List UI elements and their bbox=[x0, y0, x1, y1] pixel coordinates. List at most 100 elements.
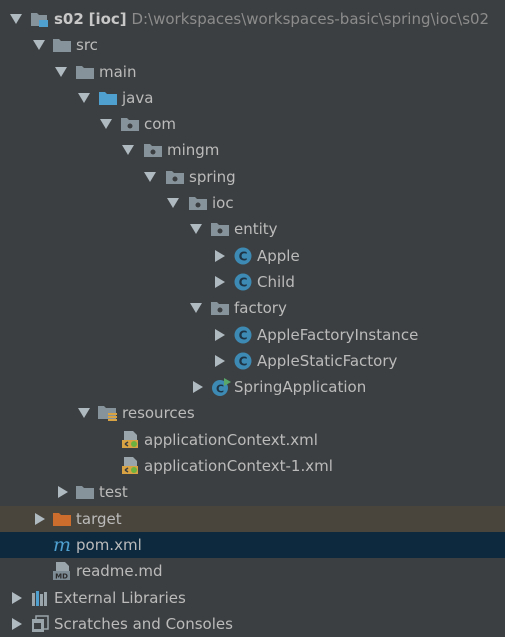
module-name: s02 bbox=[54, 10, 84, 28]
module-label: s02 [ioc] D:\workspaces\workspaces-basic… bbox=[54, 6, 489, 32]
tree-item-application-context-1-xml[interactable]: applicationContext-1.xml bbox=[0, 453, 505, 479]
tree-item-com[interactable]: com bbox=[0, 111, 505, 137]
runnable-class-icon: C bbox=[211, 377, 231, 397]
tree-label: com bbox=[144, 115, 177, 134]
chevron-down-icon[interactable] bbox=[32, 32, 46, 58]
tree-label: src bbox=[76, 36, 98, 55]
tree-item-src[interactable]: src bbox=[0, 32, 505, 58]
tree-item-spring[interactable]: spring bbox=[0, 164, 505, 190]
tree-item-entity[interactable]: entity bbox=[0, 216, 505, 242]
tree-item-java[interactable]: java bbox=[0, 85, 505, 111]
class-icon: C bbox=[233, 325, 253, 345]
tree-label: target bbox=[76, 509, 122, 528]
chevron-right-icon[interactable] bbox=[191, 374, 205, 400]
tree-label: entity bbox=[234, 220, 278, 239]
chevron-right-icon[interactable] bbox=[33, 506, 47, 532]
package-icon bbox=[210, 219, 230, 239]
tree-item-pom-xml[interactable]: m pom.xml bbox=[0, 531, 505, 559]
spring-xml-file-icon bbox=[120, 430, 140, 450]
chevron-right-icon[interactable] bbox=[213, 322, 227, 348]
tree-label: AppleFactoryInstance bbox=[257, 325, 419, 344]
folder-icon bbox=[75, 482, 95, 502]
tree-label: spring bbox=[189, 167, 236, 186]
maven-icon: m bbox=[52, 535, 72, 555]
tree-item-target[interactable]: target bbox=[0, 505, 505, 532]
chevron-right-icon[interactable] bbox=[10, 611, 24, 637]
folder-icon bbox=[52, 35, 72, 55]
chevron-down-icon[interactable] bbox=[77, 85, 91, 111]
tree-item-child[interactable]: C Child bbox=[0, 269, 505, 295]
tree-item-resources[interactable]: resources bbox=[0, 400, 505, 426]
chevron-right-icon[interactable] bbox=[213, 243, 227, 269]
class-icon: C bbox=[233, 272, 253, 292]
tree-label: Child bbox=[257, 272, 295, 291]
module-path: D:\workspaces\workspaces-basic\spring\io… bbox=[131, 10, 490, 28]
chevron-down-icon[interactable] bbox=[54, 59, 68, 85]
tree-label: main bbox=[99, 62, 137, 81]
chevron-down-icon[interactable] bbox=[143, 164, 157, 190]
tree-item-external-libraries[interactable]: External Libraries bbox=[0, 585, 505, 611]
package-icon bbox=[188, 193, 208, 213]
chevron-right-icon[interactable] bbox=[10, 585, 24, 611]
tree-item-scratches[interactable]: Scratches and Consoles bbox=[0, 611, 505, 637]
excluded-folder-icon bbox=[52, 509, 72, 529]
tree-label: Scratches and Consoles bbox=[54, 614, 233, 633]
chevron-right-icon[interactable] bbox=[213, 269, 227, 295]
chevron-down-icon[interactable] bbox=[189, 216, 203, 242]
maven-glyph: m bbox=[52, 533, 72, 556]
tree-label: AppleStaticFactory bbox=[257, 351, 398, 370]
tree-label: SpringApplication bbox=[234, 378, 367, 397]
tree-item-factory[interactable]: factory bbox=[0, 295, 505, 321]
module-folder-icon bbox=[30, 9, 50, 29]
chevron-right-icon[interactable] bbox=[213, 348, 227, 374]
markdown-file-icon: MD bbox=[52, 561, 72, 581]
package-icon bbox=[120, 114, 140, 134]
module-tag: [ioc] bbox=[88, 10, 127, 28]
tree-label: resources bbox=[122, 404, 195, 423]
tree-item-apple[interactable]: C Apple bbox=[0, 243, 505, 269]
tree-item-module-s02[interactable]: s02 [ioc] D:\workspaces\workspaces-basic… bbox=[0, 6, 505, 32]
tree-label: java bbox=[122, 88, 154, 107]
tree-label: applicationContext.xml bbox=[144, 430, 318, 449]
class-badge: C bbox=[239, 275, 248, 289]
class-icon: C bbox=[233, 246, 253, 266]
tree-item-application-context-xml[interactable]: applicationContext.xml bbox=[0, 427, 505, 453]
tree-item-mingm[interactable]: mingm bbox=[0, 137, 505, 163]
class-badge: C bbox=[239, 328, 248, 342]
tree-label: factory bbox=[234, 299, 287, 318]
scratches-icon bbox=[30, 614, 50, 634]
class-badge: C bbox=[216, 382, 224, 395]
source-folder-icon bbox=[98, 88, 118, 108]
tree-item-ioc[interactable]: ioc bbox=[0, 190, 505, 216]
tree-label: applicationContext-1.xml bbox=[144, 457, 333, 476]
chevron-down-icon[interactable] bbox=[189, 295, 203, 321]
tree-label: External Libraries bbox=[54, 588, 186, 607]
chevron-down-icon[interactable] bbox=[77, 400, 91, 426]
tree-item-test[interactable]: test bbox=[0, 479, 505, 505]
package-icon bbox=[165, 167, 185, 187]
chevron-down-icon[interactable] bbox=[166, 190, 180, 216]
package-icon bbox=[143, 140, 163, 160]
spring-xml-file-icon bbox=[120, 456, 140, 476]
project-tree: s02 [ioc] D:\workspaces\workspaces-basic… bbox=[0, 6, 505, 637]
chevron-right-icon[interactable] bbox=[56, 479, 70, 505]
class-icon: C bbox=[233, 351, 253, 371]
class-badge: C bbox=[239, 354, 248, 368]
chevron-down-icon[interactable] bbox=[9, 6, 23, 32]
tree-label: Apple bbox=[257, 246, 300, 265]
tree-item-apple-static-factory[interactable]: C AppleStaticFactory bbox=[0, 348, 505, 374]
class-badge: C bbox=[239, 249, 248, 263]
resources-folder-icon bbox=[98, 403, 118, 423]
package-icon bbox=[210, 298, 230, 318]
tree-item-readme-md[interactable]: MD readme.md bbox=[0, 558, 505, 584]
tree-item-main[interactable]: main bbox=[0, 59, 505, 85]
tree-label: ioc bbox=[212, 194, 234, 213]
tree-item-apple-factory-instance[interactable]: C AppleFactoryInstance bbox=[0, 322, 505, 348]
chevron-down-icon[interactable] bbox=[99, 111, 113, 137]
tree-label: readme.md bbox=[76, 562, 163, 581]
md-badge: MD bbox=[55, 573, 68, 581]
tree-item-spring-application[interactable]: C SpringApplication bbox=[0, 374, 505, 400]
tree-label: pom.xml bbox=[76, 535, 142, 554]
folder-icon bbox=[75, 62, 95, 82]
chevron-down-icon[interactable] bbox=[121, 137, 135, 163]
